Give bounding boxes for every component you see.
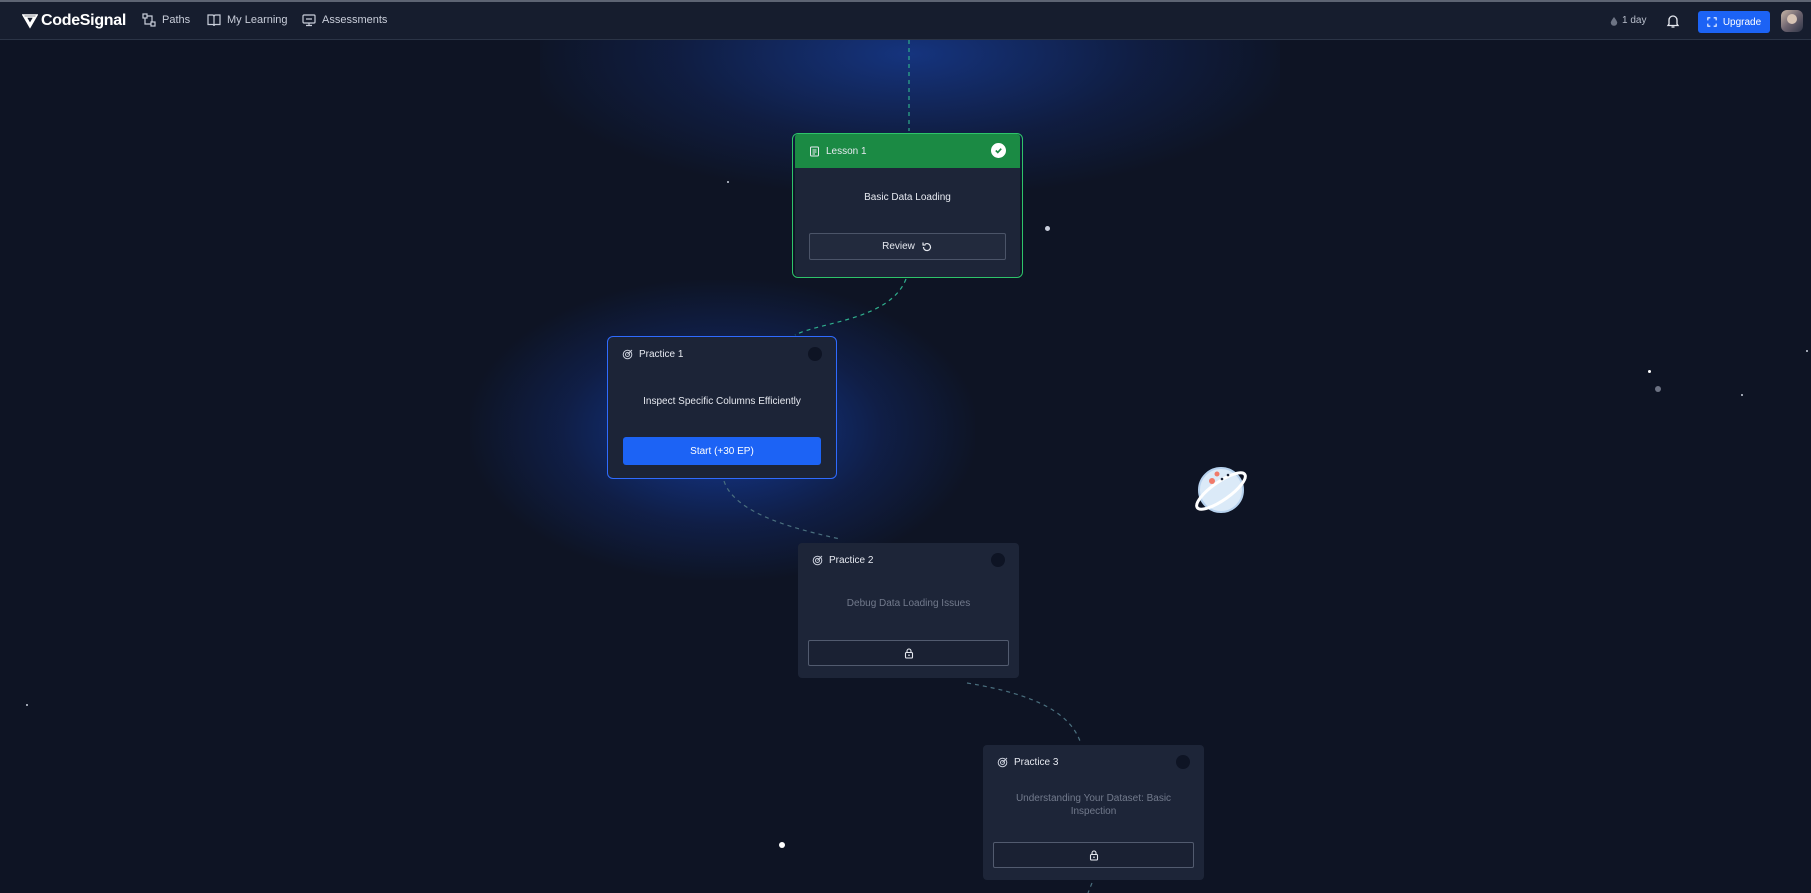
streak-counter[interactable]: 1 day xyxy=(1610,15,1646,26)
nav-assessments-label: Assessments xyxy=(322,14,388,26)
expand-icon xyxy=(1707,17,1717,27)
incomplete-status-icon xyxy=(991,553,1005,567)
star xyxy=(779,842,785,848)
connector-practice1-practice2 xyxy=(723,480,841,540)
connector-bottom xyxy=(1087,882,1093,893)
nav-paths[interactable]: Paths xyxy=(142,13,190,27)
star xyxy=(1655,386,1661,392)
practice-target-icon xyxy=(812,555,823,565)
nav-assessments[interactable]: Assessments xyxy=(302,13,387,27)
incomplete-status-icon xyxy=(808,347,822,361)
book-icon xyxy=(207,14,221,27)
completed-check-icon xyxy=(991,143,1006,158)
lesson1-title: Basic Data Loading xyxy=(864,192,951,203)
practice3-title: Understanding Your Dataset: Basic Inspec… xyxy=(1015,793,1172,817)
top-navigation-bar: CodeSignal Paths My Learning Assessments… xyxy=(0,0,1811,40)
practice-target-icon xyxy=(997,757,1008,767)
brand-name: CodeSignal xyxy=(41,12,127,29)
brand-logo[interactable]: CodeSignal xyxy=(22,12,126,30)
start-button[interactable]: Start (+30 EP) xyxy=(623,437,821,465)
star xyxy=(1648,370,1651,373)
practice-target-icon xyxy=(622,349,633,359)
paths-icon xyxy=(142,13,156,27)
codesignal-logo-icon xyxy=(22,14,38,29)
assessments-icon xyxy=(302,14,316,27)
star xyxy=(727,181,729,183)
locked-button[interactable] xyxy=(808,640,1009,666)
lesson1-label: Lesson 1 xyxy=(826,145,867,157)
nav-my-learning-label: My Learning xyxy=(227,14,288,26)
practice2-label: Practice 2 xyxy=(829,554,874,566)
user-avatar[interactable] xyxy=(1781,10,1803,32)
droplet-icon xyxy=(1610,16,1618,26)
practice1-header: Practice 1 xyxy=(608,337,836,371)
locked-button[interactable] xyxy=(993,842,1194,868)
review-label: Review xyxy=(882,241,915,252)
lock-icon xyxy=(1089,850,1098,861)
lock-icon xyxy=(904,648,913,659)
practice1-title: Inspect Specific Columns Efficiently xyxy=(643,396,801,407)
nav-my-learning[interactable]: My Learning xyxy=(207,13,288,27)
connector-practice2-practice3 xyxy=(966,682,1081,742)
upgrade-label: Upgrade xyxy=(1722,16,1762,28)
incomplete-status-icon xyxy=(1176,755,1190,769)
lesson1-card[interactable]: Lesson 1 Basic Data Loading Review xyxy=(795,134,1020,277)
practice2-title: Debug Data Loading Issues xyxy=(846,598,971,609)
lesson-document-icon xyxy=(810,146,819,156)
practice1-card[interactable]: Practice 1 Inspect Specific Columns Effi… xyxy=(607,336,837,479)
practice1-label: Practice 1 xyxy=(639,348,684,360)
practice3-card[interactable]: Practice 3 Understanding Your Dataset: B… xyxy=(983,745,1204,880)
practice2-header: Practice 2 xyxy=(798,543,1019,577)
streak-label: 1 day xyxy=(1622,15,1647,26)
star xyxy=(1806,350,1808,352)
practice2-card[interactable]: Practice 2 Debug Data Loading Issues xyxy=(798,543,1019,678)
star xyxy=(1741,394,1743,396)
star xyxy=(1045,226,1050,231)
bell-icon[interactable] xyxy=(1665,13,1681,29)
star xyxy=(26,704,28,706)
planet-mascot-icon xyxy=(1195,467,1247,513)
lesson1-header: Lesson 1 xyxy=(795,134,1020,168)
practice3-label: Practice 3 xyxy=(1014,756,1059,768)
upgrade-button[interactable]: Upgrade xyxy=(1698,11,1770,33)
refresh-icon xyxy=(922,242,931,251)
nav-paths-label: Paths xyxy=(162,14,191,26)
connector-lesson1-practice1 xyxy=(794,278,907,336)
practice3-header: Practice 3 xyxy=(983,745,1204,779)
review-button[interactable]: Review xyxy=(809,233,1006,260)
